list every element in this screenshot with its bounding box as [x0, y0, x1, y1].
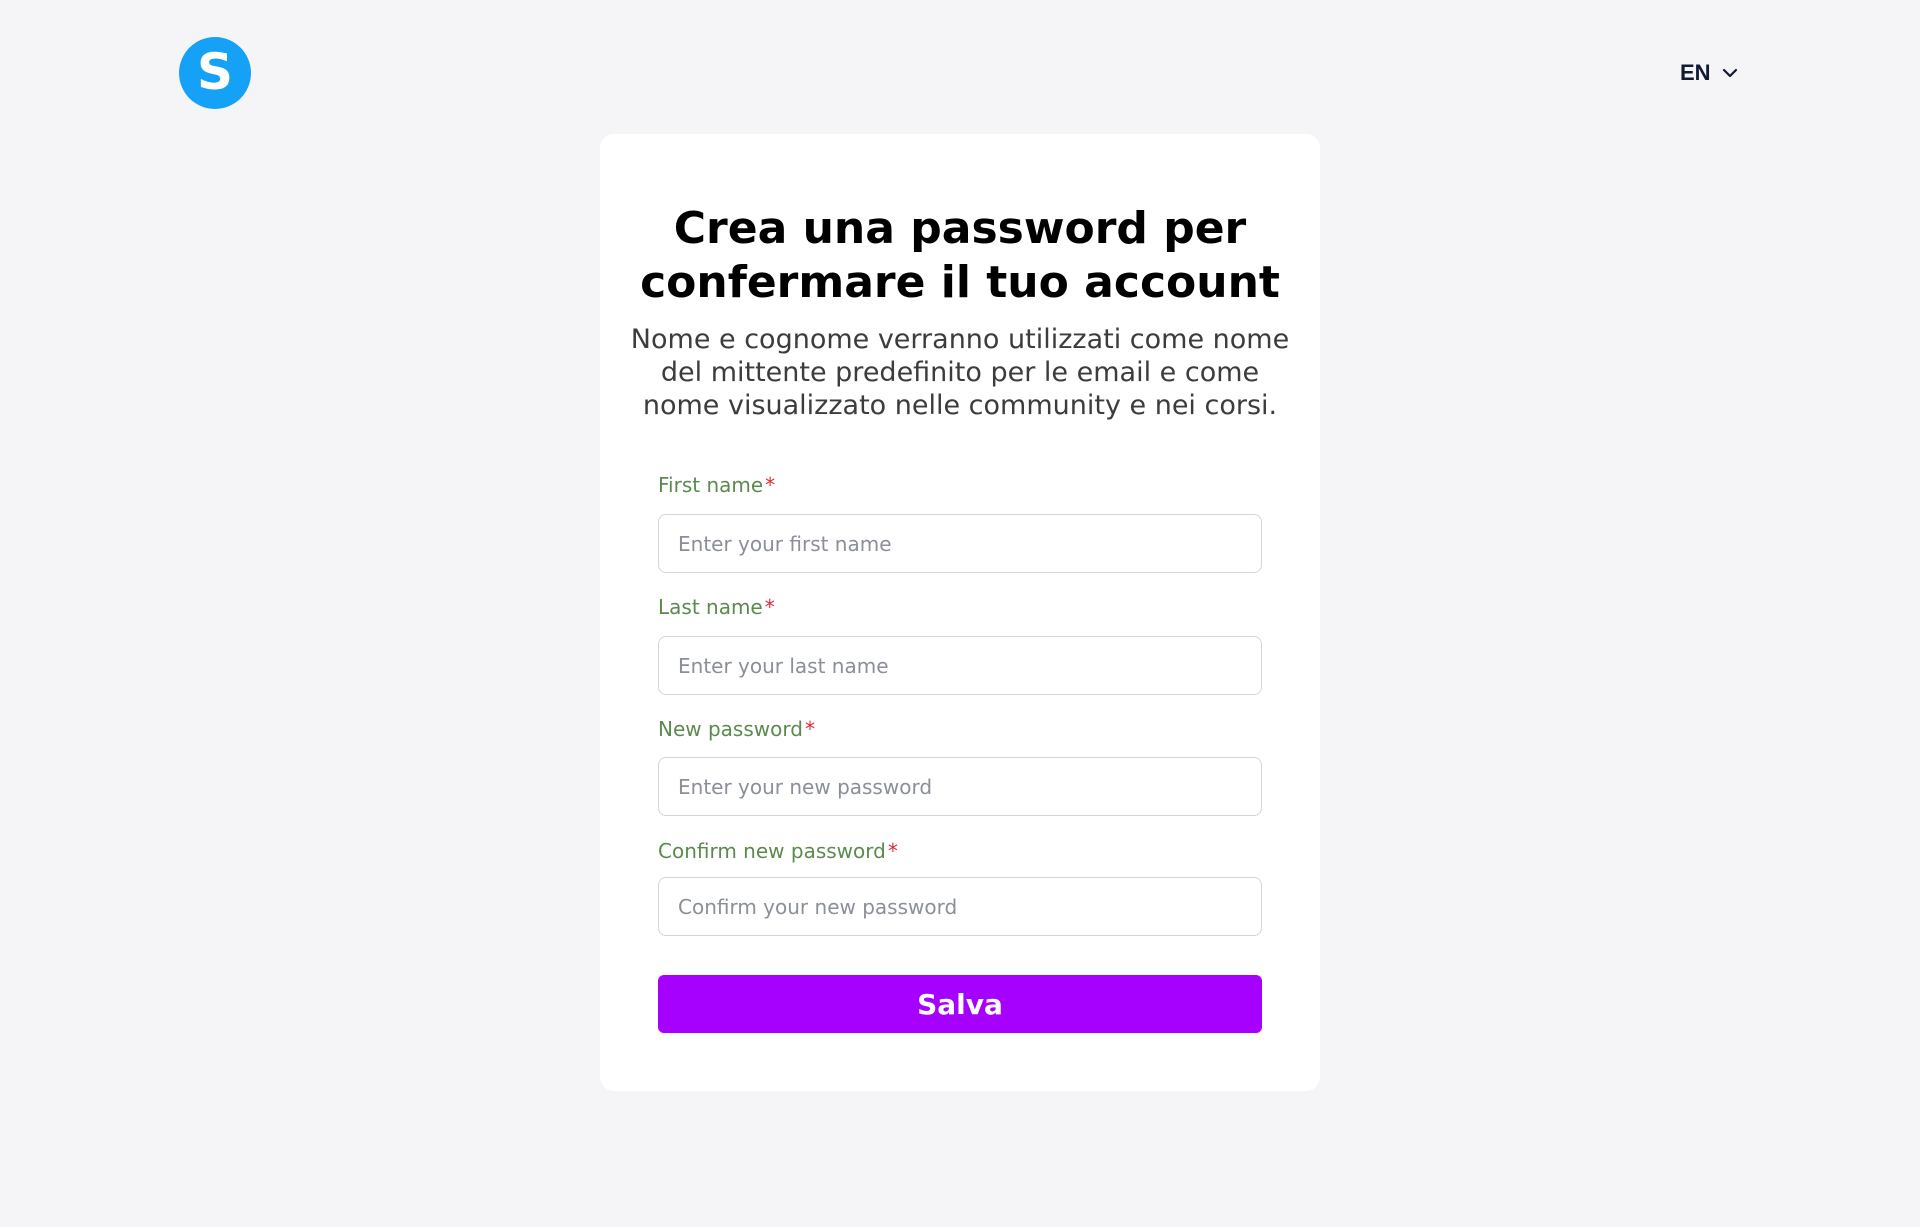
language-selector[interactable]: EN: [1680, 58, 1739, 88]
required-mark: *: [804, 717, 815, 741]
new-password-input[interactable]: [658, 757, 1262, 816]
new-password-label-text: New password: [658, 717, 803, 741]
first-name-label: First name *: [658, 472, 775, 498]
save-button[interactable]: Salva: [658, 975, 1262, 1033]
last-name-label-text: Last name: [658, 595, 763, 619]
page-subtitle: Nome e cognome verranno utilizzati come …: [630, 324, 1290, 421]
language-label: EN: [1680, 60, 1711, 85]
confirm-password-input[interactable]: [658, 877, 1262, 936]
confirm-password-label: Confirm new password *: [658, 838, 898, 864]
chevron-down-icon: [1722, 68, 1737, 78]
logo-letter: S: [196, 43, 233, 101]
signup-card: Crea una password per confermare il tuo …: [600, 134, 1320, 1091]
last-name-label: Last name *: [658, 594, 775, 620]
first-name-input[interactable]: [658, 514, 1262, 573]
logo[interactable]: S: [179, 37, 251, 109]
required-mark: *: [765, 473, 776, 497]
required-mark: *: [764, 595, 775, 619]
last-name-input[interactable]: [658, 636, 1262, 695]
first-name-label-text: First name: [658, 473, 764, 497]
page-title: Crea una password per confermare il tuo …: [640, 203, 1280, 308]
new-password-label: New password *: [658, 716, 815, 742]
required-mark: *: [887, 839, 898, 863]
confirm-password-label-text: Confirm new password: [658, 839, 886, 863]
